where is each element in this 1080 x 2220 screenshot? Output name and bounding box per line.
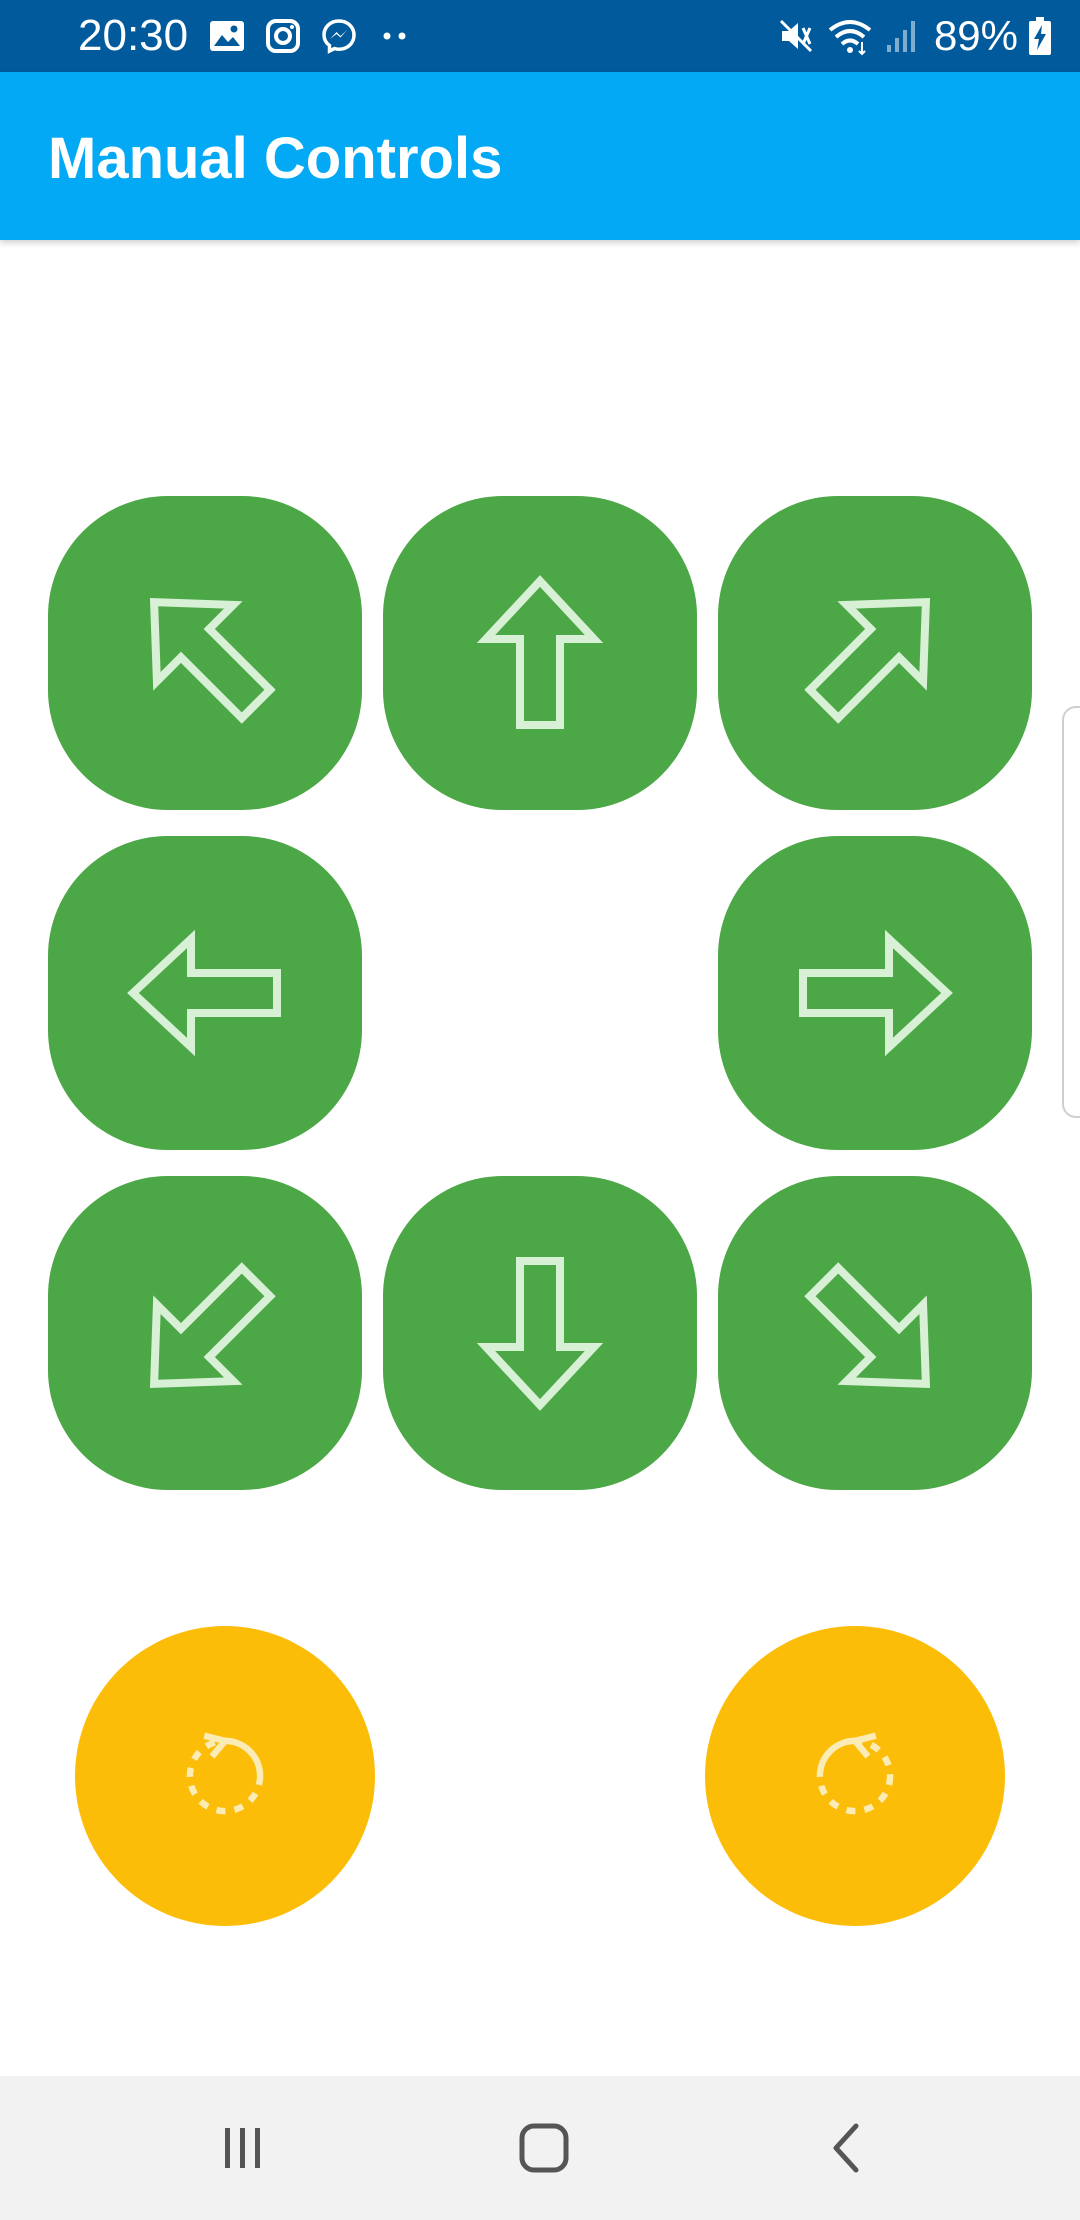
arrow-up-right-icon bbox=[804, 597, 931, 724]
home-button[interactable] bbox=[504, 2108, 584, 2188]
vibrate-mute-icon bbox=[776, 16, 816, 56]
rotate-counterclockwise-icon bbox=[186, 1732, 264, 1815]
battery-charging-icon bbox=[1028, 16, 1052, 56]
arrow-left-icon bbox=[127, 929, 281, 1057]
arrow-down-left-icon bbox=[149, 1262, 276, 1389]
instagram-icon bbox=[264, 17, 302, 55]
status-bar: 20:30 89% bbox=[0, 0, 1080, 72]
notification-icons bbox=[208, 14, 432, 58]
move-down-left-button[interactable] bbox=[48, 1176, 362, 1490]
wifi-icon bbox=[826, 16, 874, 56]
messenger-icon bbox=[320, 17, 358, 55]
rotate-counterclockwise-button[interactable] bbox=[75, 1626, 375, 1926]
rotate-clockwise-icon bbox=[816, 1732, 894, 1815]
edge-panel-handle[interactable] bbox=[1062, 706, 1080, 1118]
arrow-down-icon bbox=[476, 1257, 604, 1411]
more-dots-icon bbox=[376, 17, 414, 55]
app-bar: Manual Controls bbox=[0, 72, 1080, 240]
arrow-up-icon bbox=[476, 575, 604, 729]
move-up-button[interactable] bbox=[383, 496, 697, 810]
back-icon bbox=[833, 2123, 859, 2173]
arrow-right-icon bbox=[799, 929, 953, 1057]
battery-percentage: 89% bbox=[933, 12, 1018, 59]
move-right-button[interactable] bbox=[718, 836, 1032, 1150]
move-down-right-button[interactable] bbox=[718, 1176, 1032, 1490]
move-up-right-button[interactable] bbox=[718, 496, 1032, 810]
page-title: Manual Controls bbox=[48, 126, 503, 191]
arrow-up-left-icon bbox=[149, 597, 276, 724]
rotate-clockwise-button[interactable] bbox=[705, 1626, 1005, 1926]
back-button[interactable] bbox=[808, 2108, 888, 2188]
navigation-bar bbox=[0, 2076, 1080, 2220]
recents-button[interactable] bbox=[203, 2108, 283, 2188]
move-up-left-button[interactable] bbox=[48, 496, 362, 810]
recents-icon bbox=[225, 2128, 260, 2168]
home-icon bbox=[519, 2123, 569, 2173]
status-time: 20:30 bbox=[78, 11, 189, 60]
arrow-down-right-icon bbox=[804, 1262, 931, 1389]
move-down-button[interactable] bbox=[383, 1176, 697, 1490]
signal-icon bbox=[884, 16, 920, 56]
image-icon bbox=[208, 17, 246, 55]
move-left-button[interactable] bbox=[48, 836, 362, 1150]
system-icons: 89% bbox=[766, 12, 1052, 60]
